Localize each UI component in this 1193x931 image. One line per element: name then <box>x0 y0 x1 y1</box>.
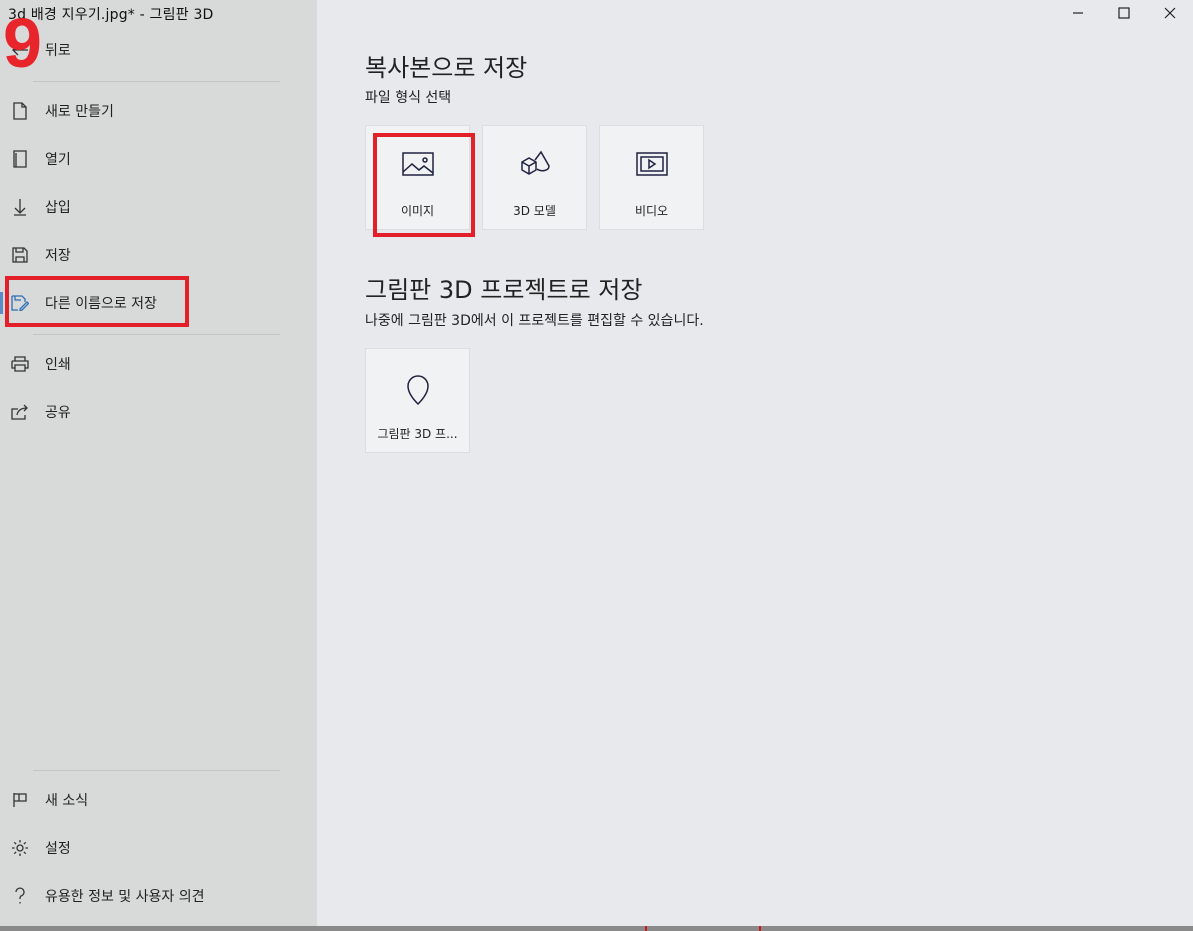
open-icon <box>10 149 30 169</box>
maximize-icon <box>1118 4 1130 23</box>
copy-section-title: 복사본으로 저장 <box>365 54 528 82</box>
back-label: 뒤로 <box>45 43 71 59</box>
divider <box>33 770 280 771</box>
tile-label: 3D 모델 <box>513 204 556 218</box>
sidebar-item-share[interactable]: 공유 <box>0 390 317 434</box>
sidebar-item-print[interactable]: 인쇄 <box>0 342 317 386</box>
tile-image[interactable]: 이미지 <box>365 125 470 230</box>
flag-icon <box>10 790 30 810</box>
divider <box>33 334 280 335</box>
tile-video[interactable]: 비디오 <box>599 125 704 230</box>
maximize-button[interactable] <box>1101 0 1147 27</box>
title-bar: 3d 배경 지우기.jpg* - 그림판 3D <box>0 0 1193 27</box>
sidebar-item-open[interactable]: 열기 <box>0 137 317 181</box>
tile-paint3d-project[interactable]: 그림판 3D 프... <box>365 348 470 453</box>
tile-3d-model[interactable]: 3D 모델 <box>482 125 587 230</box>
tile-label: 이미지 <box>400 204 435 218</box>
sidebar: 뒤로 새로 만들기 열기 삽입 저장 다른 이름으로 저장 인쇄 공유 새 소식… <box>0 0 317 926</box>
sidebar-item-feedback[interactable]: 유용한 정보 및 사용자 의견 <box>0 874 317 918</box>
window-controls <box>1055 0 1193 27</box>
project-section-title: 그림판 3D 프로젝트로 저장 <box>365 276 643 304</box>
sidebar-item-label: 열기 <box>45 152 71 168</box>
sidebar-item-label: 유용한 정보 및 사용자 의견 <box>45 889 205 905</box>
sidebar-item-label: 설정 <box>45 841 71 857</box>
sidebar-item-save-as[interactable]: 다른 이름으로 저장 <box>0 281 317 325</box>
close-icon <box>1164 4 1176 23</box>
print-icon <box>10 354 30 374</box>
paint3d-project-icon <box>366 373 469 407</box>
close-button[interactable] <box>1147 0 1193 27</box>
insert-icon <box>10 197 30 217</box>
copy-section-subtitle: 파일 형식 선택 <box>365 90 452 106</box>
tile-label: 그림판 3D 프... <box>377 427 458 441</box>
step-number-annotation: 9 <box>3 4 42 82</box>
sidebar-item-label: 다른 이름으로 저장 <box>45 296 157 312</box>
sidebar-item-whats-new[interactable]: 새 소식 <box>0 778 317 822</box>
project-section-subtitle: 나중에 그림판 3D에서 이 프로젝트를 편집할 수 있습니다. <box>365 313 704 329</box>
sidebar-item-settings[interactable]: 설정 <box>0 826 317 870</box>
sidebar-item-label: 삽입 <box>45 200 71 216</box>
gear-icon <box>10 838 30 858</box>
sidebar-item-label: 인쇄 <box>45 357 71 373</box>
bottom-strip <box>0 926 1193 931</box>
3d-model-icon <box>483 150 586 178</box>
minimize-icon <box>1072 4 1084 23</box>
tile-label: 비디오 <box>634 204 669 218</box>
share-icon <box>10 402 30 422</box>
sidebar-item-label: 저장 <box>45 248 71 264</box>
sidebar-item-label: 공유 <box>45 405 71 421</box>
video-icon <box>600 150 703 178</box>
divider <box>33 81 280 82</box>
bottom-mark <box>645 926 647 931</box>
sidebar-item-insert[interactable]: 삽입 <box>0 185 317 229</box>
save-icon <box>10 245 30 265</box>
minimize-button[interactable] <box>1055 0 1101 27</box>
save-as-icon <box>10 293 30 313</box>
new-file-icon <box>10 101 30 121</box>
main-panel: 복사본으로 저장 파일 형식 선택 이미지 3D 모델 비디오 그림판 3D 프… <box>317 27 1193 926</box>
back-button[interactable]: 뒤로 <box>0 28 317 72</box>
sidebar-item-new[interactable]: 새로 만들기 <box>0 89 317 133</box>
image-icon <box>366 150 469 178</box>
bottom-mark <box>759 926 761 931</box>
help-icon <box>10 886 30 906</box>
sidebar-item-label: 새로 만들기 <box>45 104 114 120</box>
sidebar-item-label: 새 소식 <box>45 793 89 809</box>
sidebar-item-save[interactable]: 저장 <box>0 233 317 277</box>
